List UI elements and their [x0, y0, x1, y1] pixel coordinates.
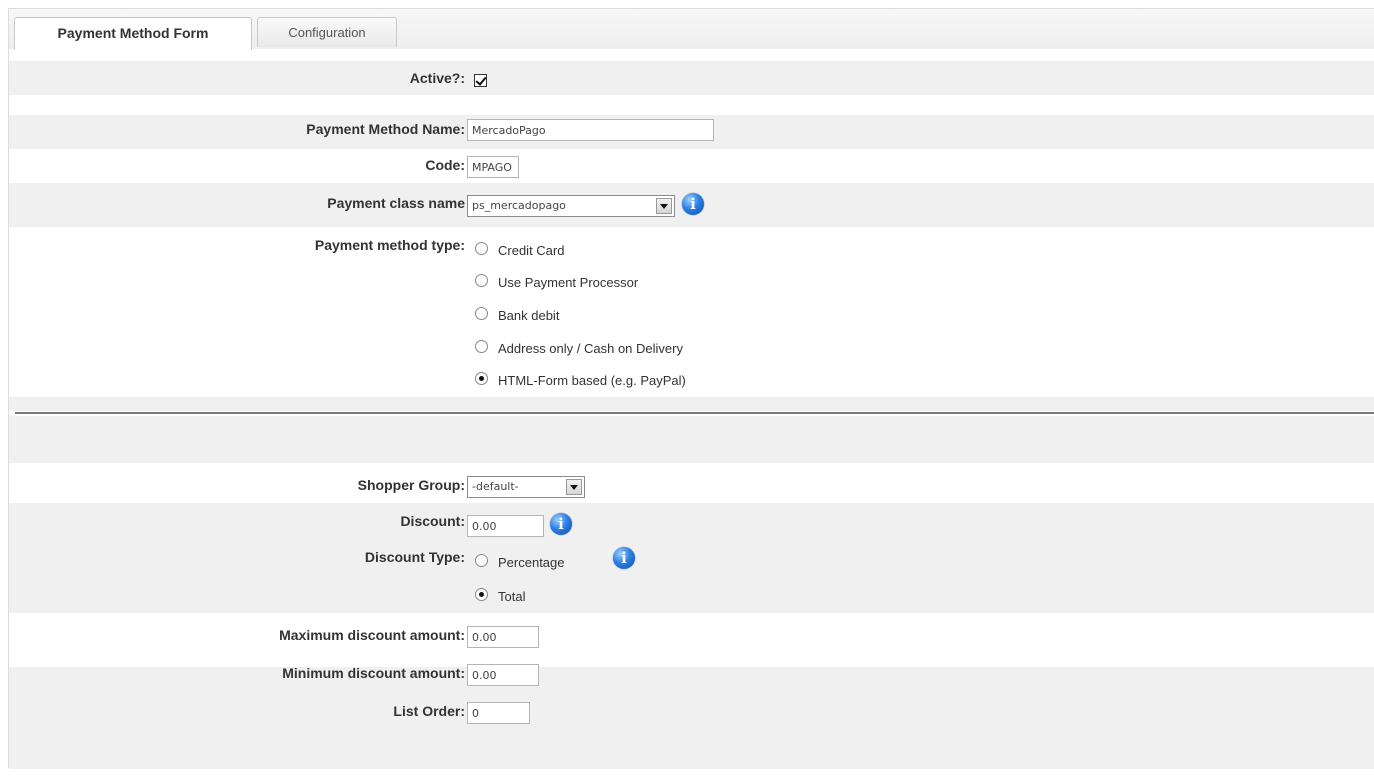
radio-selected-icon: [475, 588, 488, 602]
payment-method-name-input[interactable]: [467, 119, 714, 141]
form-panel: Active?: Payment Method Name: Code: Paym…: [8, 48, 1374, 769]
type-option-bank-debit[interactable]: Bank debit: [475, 306, 559, 326]
row-spacer-2: [9, 416, 1374, 463]
radio-icon: [475, 242, 488, 256]
type-option-html-form[interactable]: HTML-Form based (e.g. PayPal): [475, 371, 686, 391]
row-payment-type: Payment method type: Credit Card Use Pay…: [9, 227, 1374, 397]
class-label: Payment class name: [327, 195, 465, 211]
list-order-label: List Order:: [393, 703, 465, 719]
info-icon[interactable]: i: [550, 513, 572, 535]
type-option-credit-card[interactable]: Credit Card: [475, 241, 564, 261]
discount-type-percentage[interactable]: Percentage: [475, 553, 565, 573]
min-discount-input[interactable]: [467, 664, 539, 686]
chevron-down-icon: [566, 479, 582, 495]
row-code: Code:: [9, 149, 1374, 183]
type-option-processor[interactable]: Use Payment Processor: [475, 273, 638, 293]
tab-configuration[interactable]: Configuration: [257, 17, 397, 47]
code-label: Code:: [425, 157, 465, 173]
discount-type-label: Discount Type:: [364, 549, 465, 565]
tab-bar: Payment Method Form Configuration: [8, 8, 1374, 50]
payment-class-select[interactable]: ps_mercadopago: [467, 195, 675, 217]
max-discount-label: Maximum discount amount:: [279, 627, 465, 643]
info-icon[interactable]: i: [613, 547, 635, 569]
discount-type-total[interactable]: Total: [475, 587, 525, 607]
row-spacer: [9, 397, 1374, 411]
radio-selected-icon: [475, 372, 488, 386]
radio-icon: [475, 307, 488, 321]
list-order-input[interactable]: [467, 702, 530, 724]
discount-input[interactable]: [467, 515, 544, 537]
payment-class-value: ps_mercadopago: [472, 199, 566, 212]
row-name: Payment Method Name:: [9, 115, 1374, 149]
row-discount-group: Discount: i Discount Type: Percentage i …: [9, 503, 1374, 613]
code-input[interactable]: [467, 156, 519, 178]
row-class: Payment class name ps_mercadopago i: [9, 183, 1374, 227]
info-icon[interactable]: i: [682, 193, 704, 215]
row-active: Active?:: [9, 61, 1374, 95]
name-label: Payment Method Name:: [306, 121, 465, 137]
shopper-group-value: -default-: [472, 480, 519, 493]
row-limits: Maximum discount amount: Minimum discoun…: [9, 617, 1374, 767]
shopper-label: Shopper Group:: [357, 477, 465, 493]
tab-payment-method-form[interactable]: Payment Method Form: [14, 17, 252, 50]
max-discount-input[interactable]: [467, 626, 539, 648]
chevron-down-icon: [656, 198, 672, 214]
type-label: Payment method type:: [314, 237, 465, 253]
section-divider: [15, 412, 1374, 414]
type-option-address-only[interactable]: Address only / Cash on Delivery: [475, 339, 683, 359]
discount-label: Discount:: [400, 513, 465, 529]
radio-icon: [475, 340, 488, 354]
shopper-group-select[interactable]: -default-: [467, 476, 585, 498]
min-discount-label: Minimum discount amount:: [282, 665, 465, 681]
row-shopper-group: Shopper Group: -default-: [9, 469, 1374, 503]
radio-icon: [475, 554, 488, 568]
active-checkbox[interactable]: [474, 74, 487, 92]
active-label: Active?:: [409, 70, 465, 86]
radio-icon: [475, 274, 488, 288]
